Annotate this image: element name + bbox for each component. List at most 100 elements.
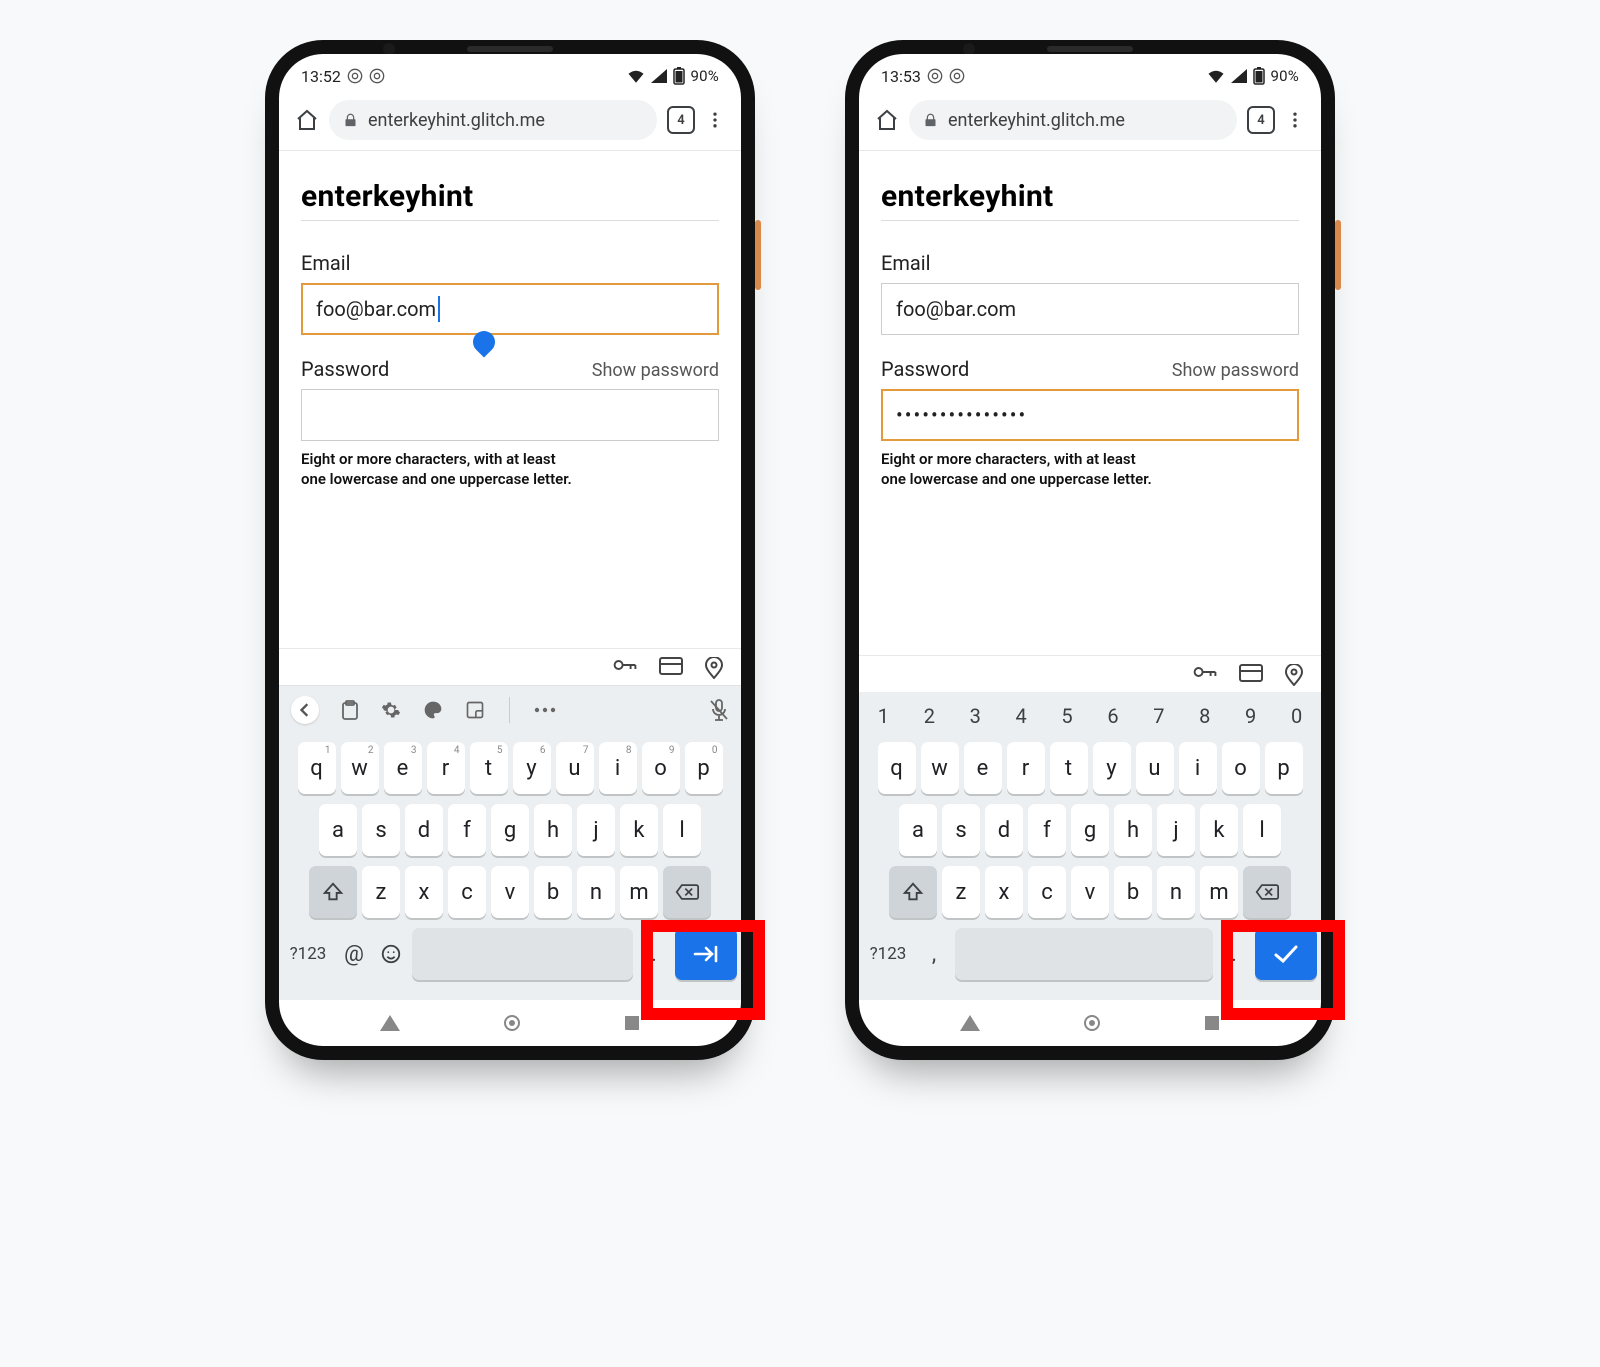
emoji-key[interactable] (375, 928, 407, 980)
key-s[interactable]: s (942, 804, 980, 856)
key-e[interactable]: e3 (384, 742, 422, 794)
key-8[interactable]: 8 (1184, 700, 1225, 732)
more-icon[interactable] (534, 706, 556, 714)
spacebar-key[interactable] (955, 928, 1213, 980)
nav-recents-icon[interactable] (1204, 1015, 1220, 1031)
key-q[interactable]: q (878, 742, 916, 794)
nav-back-icon[interactable] (380, 1015, 400, 1031)
key-g[interactable]: g (491, 804, 529, 856)
nav-recents-icon[interactable] (624, 1015, 640, 1031)
key-b[interactable]: b (1114, 866, 1152, 918)
backspace-key[interactable] (663, 866, 711, 918)
address-bar[interactable]: enterkeyhint.glitch.me (329, 100, 657, 140)
key-e[interactable]: e (964, 742, 1002, 794)
key-t[interactable]: t (1050, 742, 1088, 794)
key-comma[interactable]: , (918, 928, 950, 980)
key-n[interactable]: n (577, 866, 615, 918)
key-u[interactable]: u (1136, 742, 1174, 794)
payment-card-icon[interactable] (659, 657, 683, 679)
address-pin-icon[interactable] (705, 657, 723, 679)
symbols-key[interactable]: ?123 (283, 928, 333, 980)
password-field[interactable] (301, 389, 719, 441)
key-p[interactable]: p0 (685, 742, 723, 794)
enter-key-done[interactable] (1255, 928, 1317, 980)
key-j[interactable]: j (577, 804, 615, 856)
key-y[interactable]: y (1093, 742, 1131, 794)
home-icon[interactable] (875, 108, 899, 132)
key-period[interactable]: . (638, 928, 670, 980)
key-i[interactable]: i8 (599, 742, 637, 794)
key-f[interactable]: f (448, 804, 486, 856)
key-f[interactable]: f (1028, 804, 1066, 856)
overflow-menu-icon[interactable] (705, 110, 725, 130)
key-j[interactable]: j (1157, 804, 1195, 856)
enter-key-next[interactable] (675, 928, 737, 980)
key-c[interactable]: c (448, 866, 486, 918)
nav-back-icon[interactable] (960, 1015, 980, 1031)
payment-card-icon[interactable] (1239, 664, 1263, 686)
key-r[interactable]: r4 (427, 742, 465, 794)
sticker-icon[interactable] (465, 700, 485, 720)
key-x[interactable]: x (405, 866, 443, 918)
spacebar-key[interactable] (412, 928, 633, 980)
key-k[interactable]: k (620, 804, 658, 856)
backspace-key[interactable] (1243, 866, 1291, 918)
key-v[interactable]: v (1071, 866, 1109, 918)
key-p[interactable]: p (1265, 742, 1303, 794)
key-1[interactable]: 1 (863, 700, 904, 732)
key-k[interactable]: k (1200, 804, 1238, 856)
key-o[interactable]: o9 (642, 742, 680, 794)
address-bar[interactable]: enterkeyhint.glitch.me (909, 100, 1237, 140)
nav-home-icon[interactable] (1083, 1014, 1101, 1032)
key-s[interactable]: s (362, 804, 400, 856)
gear-icon[interactable] (381, 700, 401, 720)
key-o[interactable]: o (1222, 742, 1260, 794)
key-3[interactable]: 3 (955, 700, 996, 732)
key-u[interactable]: u7 (556, 742, 594, 794)
key-d[interactable]: d (405, 804, 443, 856)
key-m[interactable]: m (1200, 866, 1238, 918)
key-l[interactable]: l (1243, 804, 1281, 856)
key-w[interactable]: w2 (341, 742, 379, 794)
email-field[interactable]: foo@bar.com (881, 283, 1299, 335)
key-q[interactable]: q1 (298, 742, 336, 794)
email-field[interactable]: foo@bar.com (301, 283, 719, 335)
key-y[interactable]: y6 (513, 742, 551, 794)
key-m[interactable]: m (620, 866, 658, 918)
key-a[interactable]: a (899, 804, 937, 856)
key-g[interactable]: g (1071, 804, 1109, 856)
key-d[interactable]: d (985, 804, 1023, 856)
home-icon[interactable] (295, 108, 319, 132)
clipboard-icon[interactable] (341, 700, 359, 720)
key-z[interactable]: z (362, 866, 400, 918)
show-password-link[interactable]: Show password (592, 360, 719, 381)
key-h[interactable]: h (1114, 804, 1152, 856)
tab-count[interactable]: 4 (667, 106, 695, 134)
key-t[interactable]: t5 (470, 742, 508, 794)
overflow-menu-icon[interactable] (1285, 110, 1305, 130)
password-key-icon[interactable] (1193, 664, 1217, 686)
key-i[interactable]: i (1179, 742, 1217, 794)
key-7[interactable]: 7 (1138, 700, 1179, 732)
key-0[interactable]: 0 (1276, 700, 1317, 732)
nav-home-icon[interactable] (503, 1014, 521, 1032)
key-9[interactable]: 9 (1230, 700, 1271, 732)
key-at[interactable]: @ (338, 928, 370, 980)
password-field[interactable]: ••••••••••••••• (881, 389, 1299, 441)
key-4[interactable]: 4 (1001, 700, 1042, 732)
key-z[interactable]: z (942, 866, 980, 918)
show-password-link[interactable]: Show password (1172, 360, 1299, 381)
symbols-key[interactable]: ?123 (863, 928, 913, 980)
key-r[interactable]: r (1007, 742, 1045, 794)
key-l[interactable]: l (663, 804, 701, 856)
address-pin-icon[interactable] (1285, 664, 1303, 686)
key-6[interactable]: 6 (1093, 700, 1134, 732)
key-c[interactable]: c (1028, 866, 1066, 918)
key-n[interactable]: n (1157, 866, 1195, 918)
key-v[interactable]: v (491, 866, 529, 918)
password-key-icon[interactable] (613, 657, 637, 679)
palette-icon[interactable] (423, 700, 443, 720)
suggestion-collapse-icon[interactable] (291, 696, 319, 724)
key-w[interactable]: w (921, 742, 959, 794)
key-period[interactable]: . (1218, 928, 1250, 980)
